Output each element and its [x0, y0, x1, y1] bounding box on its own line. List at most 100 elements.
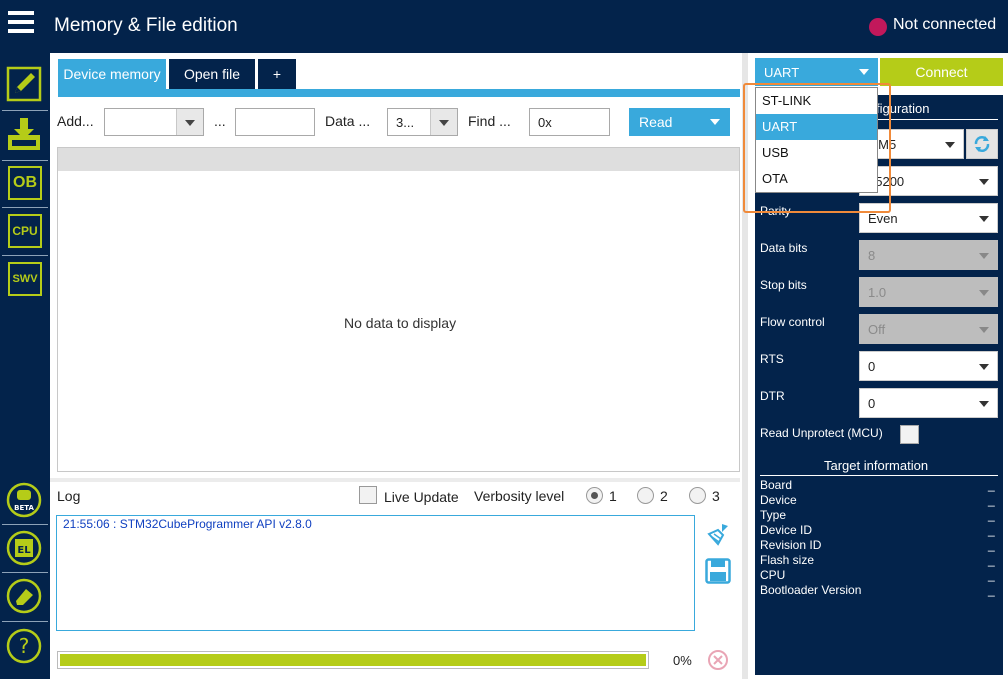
chevron-down-icon [176, 109, 203, 135]
data-bits-value: 8 [868, 248, 876, 263]
verbosity-label: Verbosity level [474, 488, 565, 504]
stop-bits-label: Stop bits [760, 278, 807, 292]
page-title: Memory & File edition [54, 15, 238, 36]
size-separator: ... [214, 113, 226, 129]
interface-value: UART [764, 65, 800, 80]
empty-state-text: No data to display [344, 315, 457, 331]
add-tab-button[interactable]: + [258, 59, 296, 89]
find-input[interactable]: 0x [529, 108, 610, 136]
rts-label: RTS [760, 352, 784, 366]
target-info-title: Target information [824, 458, 929, 473]
read-button[interactable]: Read [629, 108, 730, 136]
chevron-down-icon [430, 109, 457, 135]
clear-log-icon[interactable] [705, 521, 731, 547]
divider [760, 475, 998, 476]
data-bits-select: 8 [859, 240, 998, 270]
refresh-button[interactable] [966, 129, 998, 159]
flow-control-value: Off [868, 322, 886, 337]
cpu-icon[interactable]: CPU [8, 214, 42, 248]
dtr-label: DTR [760, 389, 785, 403]
cancel-icon[interactable] [707, 649, 729, 671]
verbosity-option-3: 3 [712, 488, 720, 504]
flow-control-label: Flow control [760, 315, 825, 329]
verbosity-radio-3[interactable] [689, 487, 706, 504]
rts-value: 0 [868, 359, 876, 374]
data-width-value: 3... [396, 115, 415, 130]
save-log-icon[interactable] [705, 558, 731, 584]
connect-button[interactable]: Connect [880, 58, 1003, 86]
verbosity-radio-1[interactable] [586, 487, 603, 504]
log-output[interactable] [56, 515, 695, 631]
data-bits-label: Data bits [760, 241, 808, 255]
address-label: Add... [57, 113, 94, 129]
ob-icon[interactable]: OB [8, 166, 42, 200]
tab-open-file[interactable]: Open file [169, 59, 255, 89]
tab-underline [58, 89, 740, 97]
progress-text: 0% [673, 653, 692, 668]
target-info-value: _ [988, 568, 995, 582]
rts-select[interactable]: 0 [859, 351, 998, 381]
beta-icon[interactable]: BETA [5, 481, 43, 519]
read-button-label: Read [639, 114, 673, 130]
swv-icon[interactable]: SWV [8, 262, 42, 296]
target-info-label: Board [760, 478, 793, 492]
read-unprotect-checkbox[interactable] [900, 425, 919, 444]
tab-device-memory[interactable]: Device memory [58, 59, 166, 89]
data-width-combo[interactable]: 3... [387, 108, 458, 136]
dtr-value: 0 [868, 396, 876, 411]
progress-bar [57, 651, 649, 669]
connection-status-text: Not connected [893, 16, 997, 33]
target-info-value: _ [988, 583, 995, 597]
sidebar: OB CPU SWV BETA EL ? [0, 53, 50, 679]
log-label: Log [57, 488, 81, 504]
verbosity-radio-2[interactable] [637, 487, 654, 504]
flow-control-select: Off [859, 314, 998, 344]
target-info-label: Revision ID [760, 538, 822, 552]
eraser-icon[interactable] [5, 577, 43, 615]
stop-bits-select: 1.0 [859, 277, 998, 307]
size-input[interactable] [235, 108, 315, 136]
target-info-value: _ [988, 508, 995, 522]
target-info-label: Device ID [760, 523, 813, 537]
live-update-checkbox[interactable] [359, 486, 377, 504]
target-info-value: _ [988, 538, 995, 552]
target-info-value: _ [988, 523, 995, 537]
chevron-down-icon[interactable] [710, 119, 720, 125]
dtr-select[interactable]: 0 [859, 388, 998, 418]
verbosity-option-1: 1 [609, 488, 617, 504]
el-icon[interactable]: EL [5, 529, 43, 567]
read-unprotect-label: Read Unprotect (MCU) [760, 426, 883, 440]
svg-text:BETA: BETA [14, 504, 34, 512]
highlight-frame [743, 83, 891, 213]
find-label: Find ... [468, 113, 511, 129]
target-info-value: _ [988, 553, 995, 567]
target-info-label: Bootloader Version [760, 583, 862, 597]
interface-select[interactable]: UART [755, 58, 878, 86]
menu-icon[interactable] [8, 11, 36, 35]
target-info-value: _ [988, 478, 995, 492]
target-info-value: _ [988, 493, 995, 507]
target-info-label: Type [760, 508, 787, 522]
edit-icon[interactable] [5, 65, 43, 103]
target-info-label: CPU [760, 568, 786, 582]
log-line: 21:55:06 : STM32CubeProgrammer API v2.8.… [63, 517, 312, 531]
refresh-icon [974, 136, 990, 152]
splitter[interactable] [50, 478, 740, 482]
download-icon[interactable] [5, 115, 43, 153]
parity-value: Even [868, 211, 898, 226]
connection-status-icon [869, 18, 887, 36]
memory-data-table[interactable] [57, 147, 740, 472]
svg-text:?: ? [19, 634, 30, 658]
verbosity-option-2: 2 [660, 488, 668, 504]
address-combo[interactable] [104, 108, 204, 136]
progress-fill [60, 654, 646, 666]
help-icon[interactable]: ? [5, 627, 43, 665]
chevron-down-icon [859, 69, 869, 75]
target-info-label: Device [760, 493, 797, 507]
live-update-label: Live Update [384, 489, 459, 505]
data-width-label: Data ... [325, 113, 371, 129]
target-info-label: Flash size [760, 553, 815, 567]
svg-text:EL: EL [17, 545, 31, 556]
stop-bits-value: 1.0 [868, 285, 887, 300]
table-header [58, 148, 739, 171]
